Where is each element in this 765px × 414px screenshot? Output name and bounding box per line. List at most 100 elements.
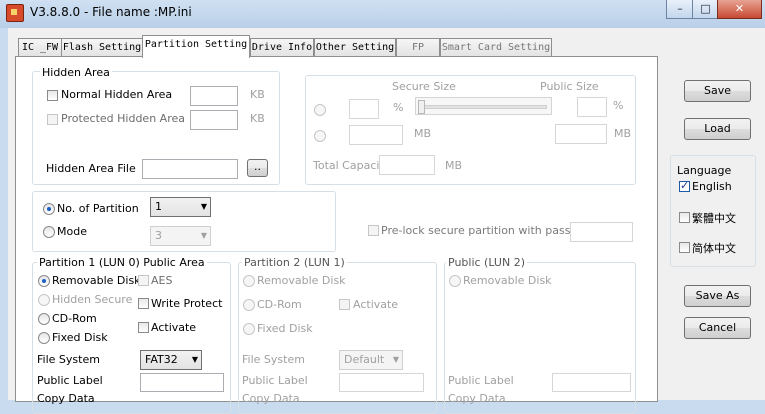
size-slider-thumb[interactable] xyxy=(418,100,425,114)
app-icon xyxy=(6,4,24,22)
public-mb-field[interactable] xyxy=(555,124,607,144)
p1-copy-data-label: Copy Data xyxy=(37,392,95,405)
language-label: Language xyxy=(677,164,732,177)
p2-file-system-select[interactable]: Default ▼ xyxy=(339,350,403,370)
p1-public-label-label: Public Label xyxy=(37,374,103,387)
public-lun2-legend: Public (LUN 2) xyxy=(446,256,527,269)
public-removable-disk-radio[interactable] xyxy=(449,275,461,287)
simplified-chinese-checkbox[interactable] xyxy=(679,242,690,253)
size-by-percent-radio[interactable] xyxy=(314,104,326,116)
p1-file-system-select[interactable]: FAT32 ▼ xyxy=(140,350,202,370)
secure-mb-field[interactable] xyxy=(349,125,403,145)
p1-fixed-disk-label: Fixed Disk xyxy=(52,331,108,344)
partition1-legend: Partition 1 (LUN 0) Public Area xyxy=(37,256,207,269)
chevron-down-icon: ▼ xyxy=(200,202,207,211)
p1-file-system-value: FAT32 xyxy=(145,353,178,366)
normal-hidden-area-unit: KB xyxy=(250,88,265,101)
simplified-chinese-label: 简体中文 xyxy=(692,242,736,255)
mode-label: Mode xyxy=(57,225,87,238)
p2-fixed-disk-label: Fixed Disk xyxy=(257,322,313,335)
minimize-button[interactable]: – xyxy=(666,0,694,19)
size-by-mb-radio[interactable] xyxy=(314,130,326,142)
public-percent-field[interactable] xyxy=(577,97,607,117)
total-capacity-unit: MB xyxy=(445,159,463,172)
hidden-area-file-label: Hidden Area File xyxy=(46,162,136,175)
cancel-button[interactable]: Cancel xyxy=(684,317,751,339)
p1-cdrom-radio[interactable] xyxy=(38,313,50,325)
p2-public-label-label: Public Label xyxy=(242,374,308,387)
normal-hidden-area-label: Normal Hidden Area xyxy=(61,88,173,101)
hidden-area-file-field[interactable] xyxy=(142,159,238,179)
size-slider[interactable] xyxy=(415,97,552,115)
partition2-legend: Partition 2 (LUN 1) xyxy=(242,256,347,269)
chevron-down-icon: ▼ xyxy=(392,355,399,364)
normal-hidden-area-size-field[interactable] xyxy=(190,86,238,106)
p1-removable-disk-label: Removable Disk xyxy=(52,274,141,287)
p2-cdrom-radio[interactable] xyxy=(243,299,255,311)
p2-removable-disk-radio[interactable] xyxy=(243,275,255,287)
p1-cdrom-label: CD-Rom xyxy=(52,312,97,325)
public-removable-disk-label: Removable Disk xyxy=(463,274,552,287)
mode-select[interactable]: 3 ▼ xyxy=(150,226,211,246)
p1-aes-checkbox[interactable] xyxy=(138,275,149,286)
secure-percent-unit: % xyxy=(393,101,404,114)
english-checkbox[interactable] xyxy=(679,179,690,192)
tab-smart-card-setting[interactable]: Smart Card Setting xyxy=(440,38,552,57)
mode-value: 3 xyxy=(155,229,162,242)
p1-write-protect-checkbox[interactable] xyxy=(138,298,149,309)
no-of-partition-label: No. of Partition xyxy=(57,202,139,215)
no-of-partition-value: 1 xyxy=(155,200,162,213)
tab-other-setting[interactable]: Other Setting xyxy=(314,38,396,57)
public-public-label-label: Public Label xyxy=(448,374,514,387)
protected-hidden-area-size-field[interactable] xyxy=(190,110,238,130)
p2-public-label-field[interactable] xyxy=(339,373,424,392)
p1-removable-disk-radio[interactable] xyxy=(38,275,50,287)
save-button[interactable]: Save xyxy=(684,80,751,102)
p2-cdrom-label: CD-Rom xyxy=(257,298,302,311)
public-percent-unit: % xyxy=(613,99,624,112)
window-title: V3.8.8.0 - File name :MP.ini xyxy=(30,5,192,19)
public-size-label: Public Size xyxy=(540,80,599,93)
tab-drive-info[interactable]: Drive Info xyxy=(250,38,314,57)
protected-hidden-area-checkbox[interactable] xyxy=(47,114,58,125)
protected-hidden-area-unit: KB xyxy=(250,112,265,125)
p1-activate-checkbox[interactable] xyxy=(138,322,149,333)
p1-public-label-field[interactable] xyxy=(140,373,224,392)
public-mb-unit: MB xyxy=(614,127,632,140)
no-of-partition-radio[interactable] xyxy=(43,203,55,215)
p1-fixed-disk-radio[interactable] xyxy=(38,332,50,344)
no-of-partition-select[interactable]: 1 ▼ xyxy=(150,197,211,217)
normal-hidden-area-checkbox[interactable] xyxy=(47,90,58,101)
hidden-area-file-browse-button[interactable]: .. xyxy=(247,159,268,177)
maximize-button[interactable]: □ xyxy=(692,0,719,19)
secure-percent-field[interactable] xyxy=(349,99,379,119)
p2-removable-disk-label: Removable Disk xyxy=(257,274,346,287)
secure-mb-unit: MB xyxy=(414,127,432,140)
tab-fp[interactable]: FP xyxy=(396,38,440,57)
prelock-password-field[interactable] xyxy=(570,222,633,242)
close-button[interactable]: ✕ xyxy=(717,0,762,19)
partition-setting-panel: Hidden Area Normal Hidden Area KB Protec… xyxy=(15,56,658,414)
save-as-button[interactable]: Save As xyxy=(684,285,751,307)
chevron-down-icon: ▼ xyxy=(200,231,207,240)
p2-file-system-label: File System xyxy=(242,353,305,366)
load-button[interactable]: Load xyxy=(684,118,751,140)
p1-hidden-secure-label: Hidden Secure xyxy=(52,293,133,306)
tab-ic-fw[interactable]: IC _FW xyxy=(18,38,62,57)
p1-hidden-secure-radio[interactable] xyxy=(38,294,50,306)
traditional-chinese-checkbox[interactable] xyxy=(679,212,690,223)
tab-partition-setting[interactable]: Partition Setting xyxy=(142,35,250,58)
public-public-label-field[interactable] xyxy=(552,373,631,392)
mode-radio[interactable] xyxy=(43,226,55,238)
p1-aes-label: AES xyxy=(151,274,173,287)
public-copy-data-label: Copy Data xyxy=(448,392,506,405)
p2-fixed-disk-radio[interactable] xyxy=(243,323,255,335)
prelock-password-checkbox[interactable] xyxy=(368,225,379,236)
tab-flash-setting[interactable]: Flash Setting xyxy=(61,38,143,57)
p2-file-system-value: Default xyxy=(344,353,385,366)
english-label: English xyxy=(692,180,732,193)
total-capacity-field[interactable] xyxy=(379,155,435,175)
p2-activate-checkbox[interactable] xyxy=(339,299,350,310)
secure-size-label: Secure Size xyxy=(392,80,456,93)
p1-file-system-label: File System xyxy=(37,353,100,366)
